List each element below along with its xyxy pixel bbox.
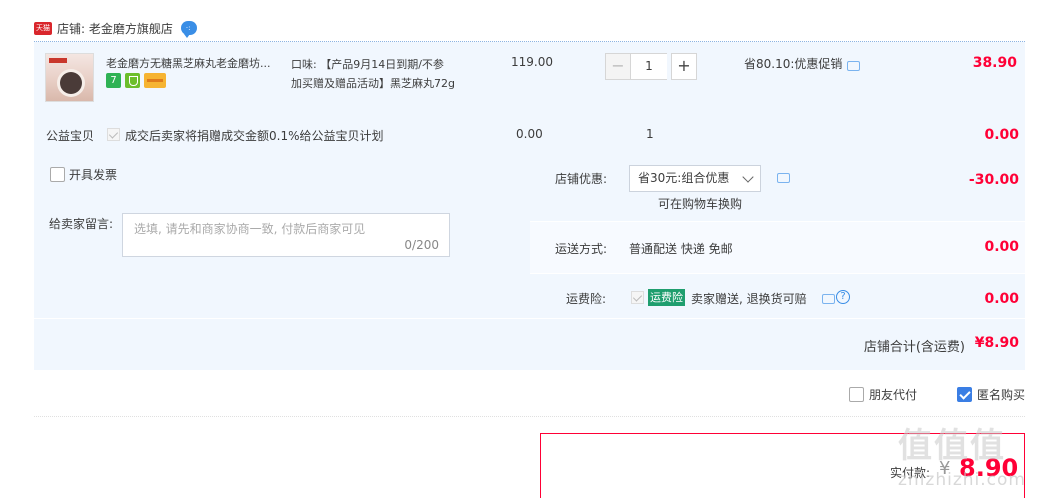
charity-total: 0.00 <box>984 127 1019 143</box>
shop-total-value: ¥8.90 <box>974 335 1019 351</box>
insurance-row: 运费险: 运费险 卖家赠送, 退换货可赔 ? 0.00 <box>530 273 1025 318</box>
shop-discount-row: 店铺优惠: 省30元:组合优惠 可在购物车换购 -30.00 <box>530 153 1025 221</box>
tmall-logo-icon: 天猫 <box>34 21 52 35</box>
quantity-stepper: − 1 + <box>605 53 697 80</box>
anonymous-option[interactable]: 匿名购买 <box>957 386 1025 403</box>
promo-text: 省80.10:优惠促销 <box>744 57 843 71</box>
message-placeholder: 选填, 请先和商家协商一致, 付款后商家可见 <box>134 222 366 236</box>
insurance-label: 运费险: <box>566 292 607 306</box>
insurance-text: 卖家赠送, 退换货可赔 <box>691 292 807 306</box>
discount-select[interactable]: 省30元:组合优惠 <box>629 165 761 192</box>
insurance-badge: 运费险 <box>648 289 685 306</box>
charity-qty: 1 <box>646 127 654 141</box>
charity-label: 公益宝贝 <box>46 129 95 143</box>
seven-day-return-icon[interactable]: 7 <box>106 73 121 88</box>
invoice-checkbox[interactable] <box>50 167 65 182</box>
guarantee-shield-icon[interactable] <box>125 73 140 88</box>
credit-card-icon[interactable] <box>144 73 166 88</box>
insurance-amount: 0.00 <box>984 291 1019 307</box>
anonymous-label: 匿名购买 <box>977 388 1026 402</box>
charity-row: 公益宝贝 成交后卖家将捐赠成交金额0.1%给公益宝贝计划 0.00 1 0.00 <box>34 122 1025 152</box>
right-options-panel: 店铺优惠: 省30元:组合优惠 可在购物车换购 -30.00 运送方式: 普通配… <box>530 153 1025 318</box>
shipping-label: 运送方式: <box>555 242 608 256</box>
increase-quantity-button[interactable]: + <box>671 53 697 80</box>
friend-pay-checkbox[interactable] <box>849 387 864 402</box>
friend-pay-label: 朋友代付 <box>869 388 918 402</box>
product-thumbnail[interactable] <box>45 53 94 102</box>
shop-header: 天猫 店铺: 老金磨方旗舰店 ·: <box>34 18 197 38</box>
charity-price: 0.00 <box>516 127 543 141</box>
charity-text: 成交后卖家将捐赠成交金额0.1%给公益宝贝计划 <box>125 129 384 143</box>
shipping-amount: 0.00 <box>984 239 1019 255</box>
service-icons: 7 <box>106 73 166 88</box>
help-icon[interactable]: ? <box>836 290 850 304</box>
watermark-url: zhizhizhi.com <box>898 470 1026 490</box>
message-label: 给卖家留言: <box>49 217 114 231</box>
spec-line-1: 口味: 【产品9月14日到期/不参 <box>291 58 444 71</box>
promo-info: 省80.10:优惠促销 <box>744 55 861 72</box>
contact-seller-icon[interactable]: ·: <box>180 21 197 38</box>
charity-checkbox[interactable] <box>107 128 120 141</box>
seller-message-input[interactable]: 选填, 请先和商家协商一致, 付款后商家可见 0/200 <box>122 213 450 257</box>
product-title-link[interactable]: 老金磨方无糖黑芝麻丸老金磨坊... <box>106 55 284 71</box>
shop-total-row: 店铺合计(含运费) ¥8.90 <box>34 318 1025 370</box>
shipping-row: 运送方式: 普通配送 快递 免邮 0.00 <box>530 221 1025 273</box>
insurance-checkbox[interactable] <box>631 291 644 304</box>
friend-pay-option[interactable]: 朋友代付 <box>849 386 917 403</box>
discount-label: 店铺优惠: <box>555 172 608 186</box>
anonymous-checkbox[interactable] <box>957 387 972 402</box>
invoice-label: 开具发票 <box>69 168 118 182</box>
shop-name-link[interactable]: 店铺: 老金磨方旗舰店 <box>57 20 173 37</box>
chevron-down-icon <box>742 171 754 183</box>
invoice-option[interactable]: 开具发票 <box>50 166 117 183</box>
promo-message-icon[interactable] <box>847 60 861 71</box>
quantity-input[interactable]: 1 <box>631 53 667 80</box>
discount-selected: 省30元:组合优惠 <box>638 171 730 185</box>
shipping-value: 普通配送 快递 免邮 <box>629 242 733 256</box>
left-options-panel: 开具发票 给卖家留言: 选填, 请先和商家协商一致, 付款后商家可见 0/200 <box>34 153 530 318</box>
decrease-quantity-button[interactable]: − <box>605 53 631 80</box>
shop-total-label: 店铺合计(含运费) <box>863 340 965 355</box>
product-spec: 口味: 【产品9月14日到期/不参 加买赠及赠品活动】黑芝麻丸72g <box>291 55 481 93</box>
message-char-count: 0/200 <box>404 238 439 252</box>
item-row: 老金磨方无糖黑芝麻丸老金磨坊... 7 口味: 【产品9月14日到期/不参 加买… <box>34 42 1025 153</box>
order-box: 老金磨方无糖黑芝麻丸老金磨坊... 7 口味: 【产品9月14日到期/不参 加买… <box>34 41 1025 370</box>
item-subtotal: 38.90 <box>972 55 1017 71</box>
watermark-logo: 值值值 <box>898 426 1006 466</box>
discount-amount: -30.00 <box>968 172 1019 188</box>
discount-message-icon[interactable] <box>777 173 790 183</box>
watermark: 值值值 zhizhizhi.com <box>894 418 1044 498</box>
unit-price: 119.00 <box>511 55 553 69</box>
checkout-options: 朋友代付 匿名购买 <box>34 371 1025 417</box>
spec-line-2: 加买赠及赠品活动】黑芝麻丸72g <box>291 77 455 90</box>
discount-sub: 可在购物车换购 <box>658 197 743 211</box>
insurance-message-icon[interactable] <box>822 294 835 304</box>
